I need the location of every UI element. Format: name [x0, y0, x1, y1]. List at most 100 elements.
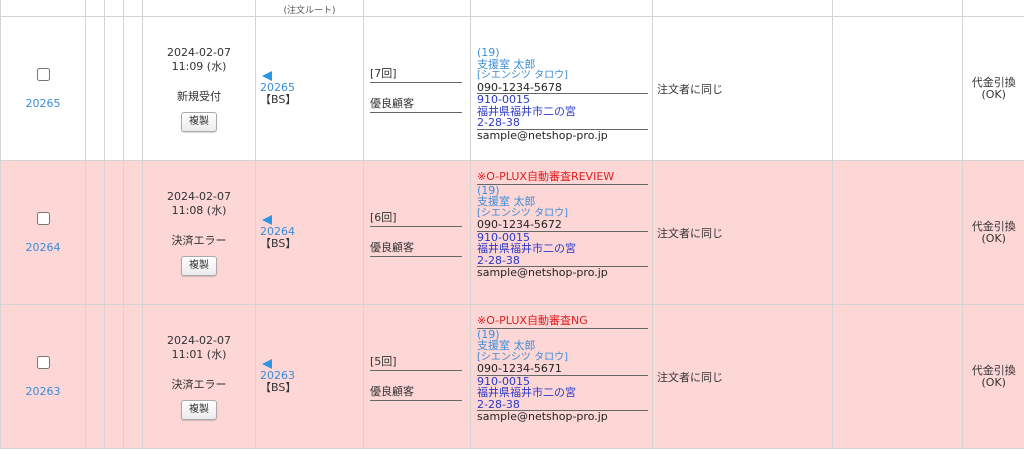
count-cell: [6回] 優良顧客	[363, 160, 471, 305]
order-date: 2024-02-07	[167, 189, 231, 203]
empty-cell	[85, 304, 105, 449]
order-row: 20264 2024-02-07 11:08 (水) 決済エラー 複製 2026…	[0, 160, 1024, 305]
customer-rank: 優良顧客	[370, 383, 462, 401]
flag-icon	[262, 71, 272, 81]
customer-kana: [シエンシツ タロウ]	[477, 70, 568, 81]
route-cell: 20263 【BS】	[255, 304, 364, 449]
customer-name-link[interactable]: 支援室 太郎	[477, 58, 648, 71]
select-checkbox[interactable]	[36, 211, 50, 225]
header-cell	[363, 0, 471, 17]
empty-cell	[104, 16, 124, 161]
order-id-link[interactable]: 20263	[26, 385, 61, 398]
shipping-same: 注文者に同じ	[657, 82, 723, 96]
shipping-cell: 注文者に同じ	[652, 304, 833, 449]
header-cell	[962, 0, 1024, 17]
customer-address1: 福井県福井市二の宮	[477, 386, 576, 399]
empty-cell	[104, 304, 124, 449]
order-row: 20265 2024-02-07 11:09 (水) 新規受付 複製 20265…	[0, 16, 1024, 161]
date-cell: 2024-02-07 11:01 (水) 決済エラー 複製	[142, 304, 256, 449]
fraud-alert: ※O-PLUX自動審査REVIEW	[477, 171, 648, 185]
order-status: 決済エラー	[171, 377, 227, 391]
payment-cell: 代金引換 (OK)	[962, 160, 1024, 305]
empty-cell	[123, 16, 143, 161]
order-id-link[interactable]: 20265	[26, 97, 61, 110]
order-id-link[interactable]: 20264	[26, 241, 61, 254]
order-date: 2024-02-07	[167, 333, 231, 347]
header-cell	[85, 0, 105, 17]
route-tag: 【BS】	[260, 93, 297, 106]
customer-zip: 910-0015	[477, 93, 530, 106]
header-cell	[832, 0, 963, 17]
customer-rank: 優良顧客	[370, 95, 462, 113]
payment-status: (OK)	[981, 375, 1006, 389]
select-cell: 20265	[0, 16, 86, 161]
order-time: 11:09 (水)	[171, 59, 227, 73]
empty-cell	[85, 16, 105, 161]
empty-cell	[85, 160, 105, 305]
route-cell: 20265 【BS】	[255, 16, 364, 161]
flag-icon	[262, 215, 272, 225]
customer-name-link[interactable]: 支援室 太郎	[477, 196, 648, 208]
customer-age: (19)	[477, 46, 500, 59]
customer-cell: ※O-PLUX自動審査NG (19) 支援室 太郎 [シエンシツ タロウ] 09…	[470, 304, 653, 449]
order-status: 新規受付	[177, 89, 221, 103]
order-time: 11:08 (水)	[171, 203, 227, 217]
order-count: [5回]	[370, 353, 462, 371]
customer-name-link[interactable]: 支援室 太郎	[477, 340, 648, 352]
customer-phone: 090-1234-5671	[477, 363, 648, 376]
count-cell: [7回] 優良顧客	[363, 16, 471, 161]
customer-cell: ※O-PLUX自動審査REVIEW (19) 支援室 太郎 [シエンシツ タロウ…	[470, 160, 653, 305]
payment-status: (OK)	[981, 87, 1006, 101]
customer-email: sample@netshop-pro.jp	[477, 410, 608, 423]
orders-table: (注文ルート) 20265 2024-02-07 11:09 (水) 新規受付 …	[0, 0, 1024, 449]
customer-email: sample@netshop-pro.jp	[477, 128, 608, 142]
header-cell	[104, 0, 124, 17]
header-cell-order-route: (注文ルート)	[255, 0, 364, 17]
empty-cell	[832, 304, 963, 449]
fraud-alert: ※O-PLUX自動審査NG	[477, 315, 648, 329]
shipping-cell: 注文者に同じ	[652, 16, 833, 161]
customer-phone: 090-1234-5672	[477, 219, 648, 232]
order-count: [7回]	[370, 65, 462, 83]
payment-cell: 代金引換 (OK)	[962, 16, 1024, 161]
route-tag: 【BS】	[260, 237, 297, 250]
empty-cell	[123, 160, 143, 305]
order-date: 2024-02-07	[167, 45, 231, 59]
empty-cell	[104, 160, 124, 305]
select-cell: 20264	[0, 160, 86, 305]
empty-cell	[123, 304, 143, 449]
header-row: (注文ルート)	[0, 0, 1024, 17]
route-tag: 【BS】	[260, 381, 297, 394]
copy-button[interactable]: 複製	[181, 111, 217, 132]
select-cell: 20263	[0, 304, 86, 449]
shipping-same: 注文者に同じ	[657, 226, 723, 240]
order-row: 20263 2024-02-07 11:01 (水) 決済エラー 複製 2026…	[0, 304, 1024, 449]
shipping-cell: 注文者に同じ	[652, 160, 833, 305]
customer-address1: 福井県福井市二の宮	[477, 242, 576, 255]
copy-button[interactable]: 複製	[181, 399, 217, 420]
payment-method: 代金引換	[971, 363, 1016, 377]
header-cell	[123, 0, 143, 17]
header-cell	[470, 0, 653, 17]
count-cell: [5回] 優良顧客	[363, 304, 471, 449]
payment-method: 代金引換	[971, 75, 1016, 89]
select-checkbox[interactable]	[36, 67, 50, 81]
date-cell: 2024-02-07 11:09 (水) 新規受付 複製	[142, 16, 256, 161]
order-status: 決済エラー	[171, 233, 227, 247]
customer-email: sample@netshop-pro.jp	[477, 266, 608, 279]
date-cell: 2024-02-07 11:08 (水) 決済エラー 複製	[142, 160, 256, 305]
copy-button[interactable]: 複製	[181, 255, 217, 276]
payment-status: (OK)	[981, 231, 1006, 245]
select-checkbox[interactable]	[36, 355, 50, 369]
order-time: 11:01 (水)	[171, 347, 227, 361]
header-cell	[652, 0, 833, 17]
customer-cell: (19) 支援室 太郎 [シエンシツ タロウ] 090-1234-5678 91…	[470, 16, 653, 161]
customer-rank: 優良顧客	[370, 239, 462, 257]
empty-cell	[832, 160, 963, 305]
payment-cell: 代金引換 (OK)	[962, 304, 1024, 449]
empty-cell	[832, 16, 963, 161]
shipping-same: 注文者に同じ	[657, 370, 723, 384]
payment-method: 代金引換	[971, 219, 1016, 233]
header-cell	[0, 0, 86, 17]
header-cell	[142, 0, 256, 17]
